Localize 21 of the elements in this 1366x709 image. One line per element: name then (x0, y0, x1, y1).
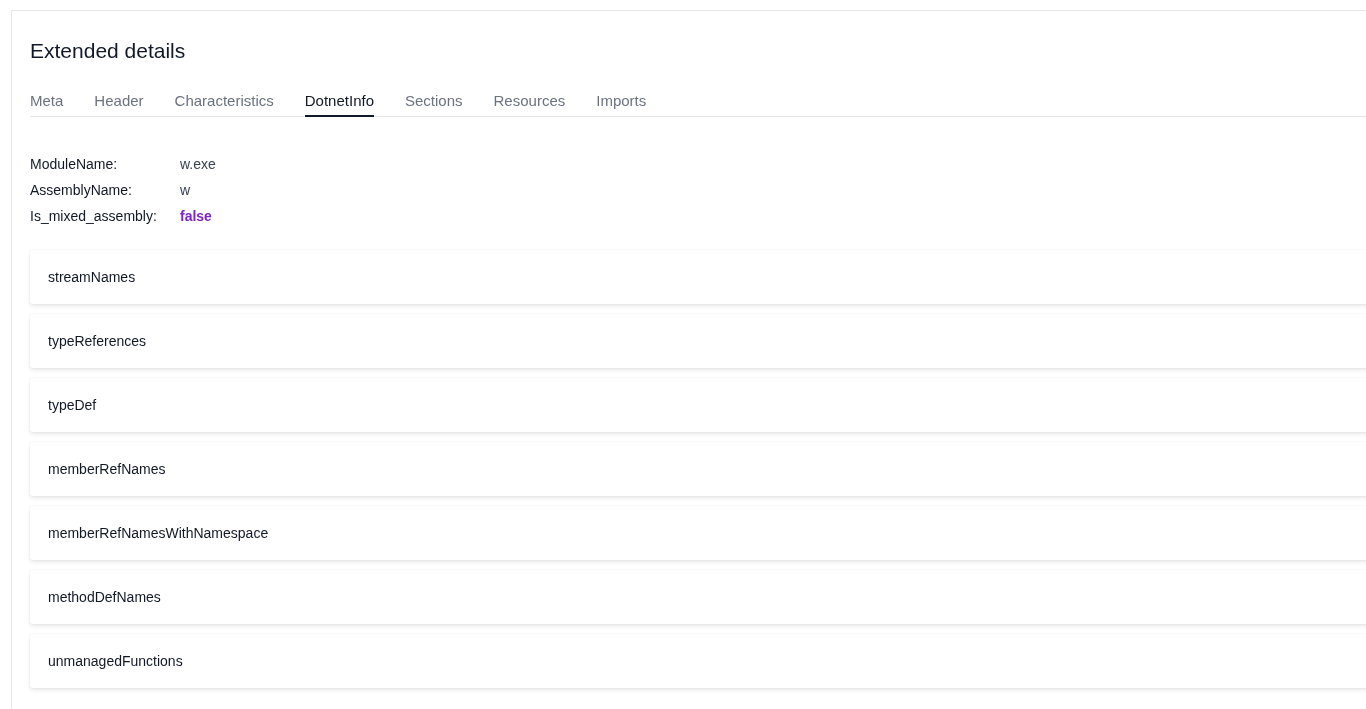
tab[interactable]: Characteristics (174, 90, 274, 117)
field-label: Is_mixed_assembly: (30, 207, 158, 226)
accordion-panel[interactable]: typeDef (30, 378, 1366, 432)
tab[interactable]: Imports (596, 90, 647, 117)
tab[interactable]: Header (94, 90, 144, 117)
accordion-panel[interactable]: memberRefNames (30, 442, 1366, 496)
tab[interactable]: DotnetInfo (304, 90, 374, 117)
tab[interactable]: Sections (405, 90, 463, 117)
field-value: false (180, 207, 212, 226)
section-title: Extended details (30, 38, 187, 64)
accordion-panel[interactable]: methodDefNames (30, 570, 1366, 624)
field-label: ModuleName: (30, 155, 119, 174)
field-value: w (180, 181, 191, 200)
accordion-panel[interactable]: memberRefNamesWithNamespace (30, 506, 1366, 560)
accordion-panel[interactable]: typeReferences (30, 314, 1366, 368)
tab[interactable]: Resources (493, 90, 566, 117)
field-label: AssemblyName: (30, 181, 133, 200)
accordion-panel[interactable]: streamNames (30, 250, 1366, 304)
tab[interactable]: Meta (30, 90, 64, 117)
accordion-panel[interactable]: unmanagedFunctions (30, 634, 1366, 688)
field-value: w.exe (180, 155, 216, 174)
